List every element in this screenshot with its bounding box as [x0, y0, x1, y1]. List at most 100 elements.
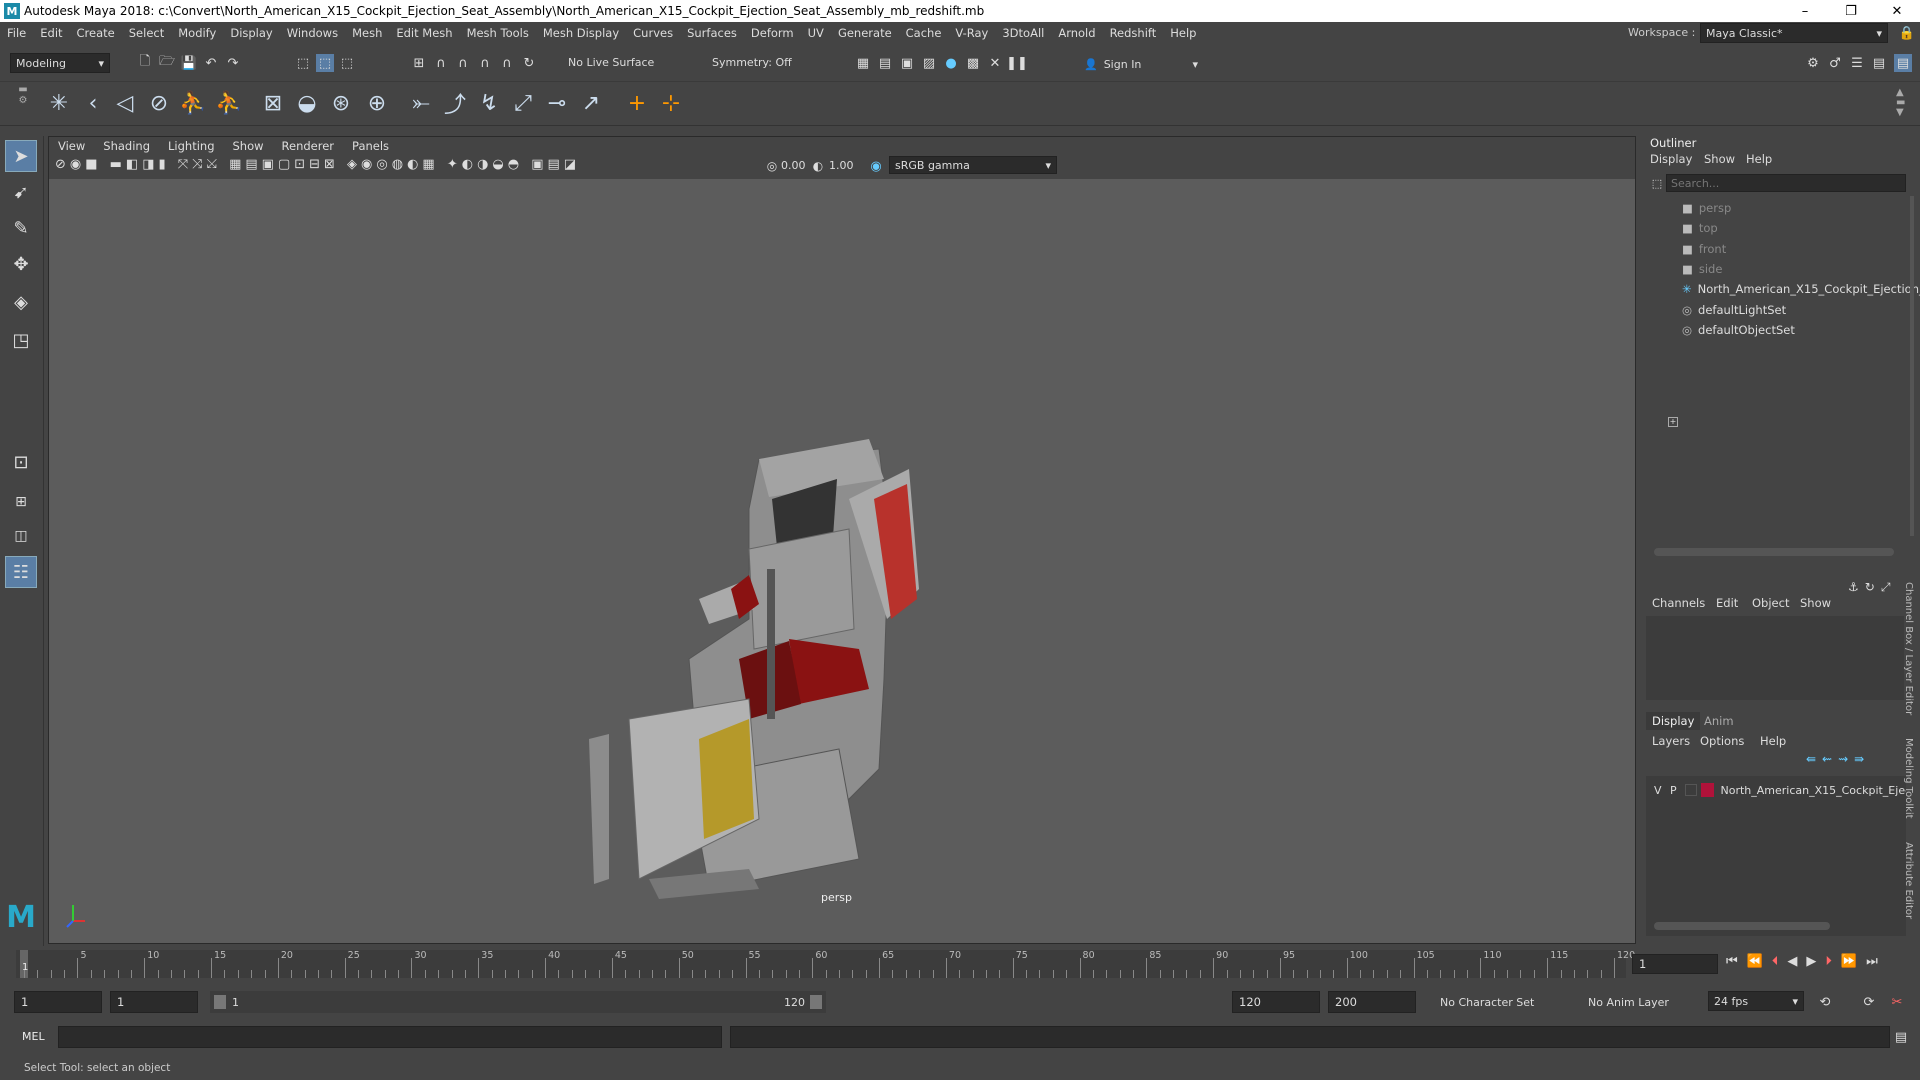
viewport-menu-view[interactable]: View	[49, 139, 94, 153]
gamma-field[interactable]: 1.00	[829, 159, 869, 172]
menu-curves[interactable]: Curves	[626, 26, 680, 40]
menu-mesh-display[interactable]: Mesh Display	[536, 26, 626, 40]
snap-curve-icon[interactable]: ∩	[432, 54, 450, 72]
layers-menu-options[interactable]: Options	[1700, 734, 1744, 748]
live-surface-label[interactable]: No Live Surface	[568, 56, 654, 69]
channel-box-tool-icons[interactable]: ⚓↻⤢	[1848, 580, 1896, 595]
symmetry-dropdown[interactable]: Symmetry: Off	[712, 56, 792, 69]
menu-mesh[interactable]: Mesh	[345, 26, 389, 40]
shelf-scroll-icon[interactable]: ▲ ▬ ▼	[1896, 88, 1905, 118]
script-editor-icon[interactable]: ▤	[1892, 1028, 1910, 1046]
gamma-icon[interactable]: ◐	[809, 157, 827, 175]
select-component-icon[interactable]: ⬚	[338, 54, 356, 72]
auto-key-icon[interactable]: ⟳	[1860, 993, 1878, 1011]
viewport-menu-panels[interactable]: Panels	[343, 139, 398, 153]
save-scene-icon[interactable]: 💾	[180, 54, 198, 72]
layer-visibility-toggle[interactable]: V	[1650, 784, 1666, 797]
maximize-button[interactable]: ❐	[1828, 0, 1874, 22]
loop-icon[interactable]: ⟲	[1816, 993, 1834, 1011]
range-start-handle[interactable]	[214, 995, 226, 1009]
tab-display[interactable]: Display	[1646, 712, 1701, 730]
attribute-editor-icon[interactable]: ☰	[1848, 54, 1866, 72]
render-frame-icon[interactable]: ▤	[876, 54, 894, 72]
go-to-end-icon[interactable]: ⏭	[1866, 954, 1887, 969]
constraint-point-icon[interactable]: ⤜	[406, 88, 436, 118]
snap-plane-icon[interactable]: ↻	[520, 54, 538, 72]
side-tab-channel-box[interactable]: Channel Box / Layer Editor	[1903, 582, 1914, 715]
menu-arnold[interactable]: Arnold	[1051, 26, 1102, 40]
layer-playback-toggle[interactable]: P	[1666, 784, 1682, 797]
channels-menu-object[interactable]: Object	[1752, 596, 1789, 610]
single-perspective-icon[interactable]: ⊡	[5, 446, 37, 478]
menu-edit[interactable]: Edit	[33, 26, 69, 40]
lattice-icon[interactable]: ⊛	[326, 88, 356, 118]
anim-prefs-icon[interactable]: ✂	[1888, 993, 1906, 1011]
menu-redshift[interactable]: Redshift	[1103, 26, 1164, 40]
outliner-item[interactable]: ✳ North_American_X15_Cockpit_Ejection_S	[1682, 279, 1920, 299]
side-tab-attribute-editor[interactable]: Attribute Editor	[1903, 842, 1914, 919]
filter-icon[interactable]: ⬚	[1648, 174, 1666, 192]
new-scene-icon[interactable]: 🗋	[136, 54, 154, 72]
menu-modify[interactable]: Modify	[171, 26, 223, 40]
snap-grid-icon[interactable]: ⊞	[410, 54, 428, 72]
channels-menu-channels[interactable]: Channels	[1652, 596, 1705, 610]
time-slider-track[interactable]: 1 5 10 15 20 25 30 35 40 45 50 55 60 65 70 75 80 85 90 95 1…	[16, 950, 1635, 978]
channels-menu-edit[interactable]: Edit	[1716, 596, 1738, 610]
close-button[interactable]: ✕	[1874, 0, 1920, 22]
play-backward-icon[interactable]: ◀	[1787, 954, 1806, 969]
shelf-options-icon[interactable]: ▬ ⚙	[10, 84, 36, 124]
render-settings-icon[interactable]: ▦	[854, 54, 872, 72]
outliner-item[interactable]: ■ top	[1682, 218, 1718, 238]
viewport-menu-renderer[interactable]: Renderer	[273, 139, 344, 153]
outliner-persp-icon[interactable]: ☷	[5, 556, 37, 588]
range-slider[interactable]: 1 120	[210, 991, 826, 1013]
menu-edit-mesh[interactable]: Edit Mesh	[389, 26, 459, 40]
step-forward-key-icon[interactable]: ⏩	[1841, 954, 1866, 969]
ik-spline-icon[interactable]: ◁	[110, 88, 140, 118]
constraint-orient-icon[interactable]: ↯	[474, 88, 504, 118]
fps-dropdown[interactable]: 24 fps ▾	[1708, 991, 1804, 1011]
color-management-icon[interactable]: ◉	[867, 157, 885, 175]
lasso-tool-icon[interactable]: ➹	[5, 176, 37, 208]
outliner-item[interactable]: ◎ defaultObjectSet	[1682, 320, 1795, 340]
menu-3dtoall[interactable]: 3DtoAll	[995, 26, 1051, 40]
step-back-key-icon[interactable]: ⏪	[1747, 954, 1772, 969]
menu-file[interactable]: File	[0, 26, 33, 40]
ejection-seat-model[interactable]	[589, 439, 919, 899]
tool-settings-icon[interactable]: ▤	[1870, 54, 1888, 72]
four-view-icon[interactable]: ⊞	[5, 486, 37, 518]
expand-icon[interactable]: +	[1668, 417, 1678, 427]
move-tool-icon[interactable]: ✥	[5, 248, 37, 280]
cluster-icon[interactable]: ⊕	[362, 88, 392, 118]
menu-display[interactable]: Display	[223, 26, 279, 40]
range-end-handle[interactable]	[810, 995, 822, 1009]
select-tool-icon[interactable]: ➤	[5, 140, 37, 172]
start-time-field[interactable]: 1	[14, 991, 102, 1013]
viewport-menu-lighting[interactable]: Lighting	[159, 139, 223, 153]
redshift-render-icon[interactable]: ▩	[964, 54, 982, 72]
menu-deform[interactable]: Deform	[744, 26, 801, 40]
constraint-scale-icon[interactable]: ⤢	[508, 88, 538, 118]
menu-select[interactable]: Select	[122, 26, 171, 40]
layer-row[interactable]: V P North_American_X15_Cockpit_Ejec	[1650, 780, 1906, 800]
step-back-frame-icon[interactable]: ⏴	[1772, 954, 1788, 969]
hypershade-icon[interactable]: ●	[942, 54, 960, 72]
outliner-v-scrollbar[interactable]	[1910, 196, 1914, 536]
menu-create[interactable]: Create	[70, 26, 122, 40]
menu-generate[interactable]: Generate	[831, 26, 899, 40]
color-space-dropdown[interactable]: sRGB gamma ▾	[889, 156, 1057, 174]
layer-h-scrollbar[interactable]	[1654, 922, 1830, 930]
channels-menu-show[interactable]: Show	[1800, 596, 1831, 610]
character-controls-icon[interactable]: ♂	[1826, 54, 1844, 72]
play-forward-icon[interactable]: ▶	[1806, 954, 1825, 969]
render-view-icon[interactable]: ▨	[920, 54, 938, 72]
layer-name[interactable]: North_American_X15_Cockpit_Ejec	[1720, 784, 1906, 797]
mode-dropdown[interactable]: Modeling ▾	[10, 53, 110, 73]
character-set-dropdown[interactable]: No Character Set	[1440, 996, 1534, 1009]
menu-cache[interactable]: Cache	[899, 26, 949, 40]
layer-type-toggle[interactable]	[1685, 784, 1697, 796]
step-forward-frame-icon[interactable]: ⏵	[1825, 954, 1841, 969]
outliner-menu-show[interactable]: Show	[1704, 152, 1735, 166]
outliner-item[interactable]: ■ front	[1682, 239, 1726, 259]
outliner-menu-display[interactable]: Display	[1650, 152, 1692, 166]
